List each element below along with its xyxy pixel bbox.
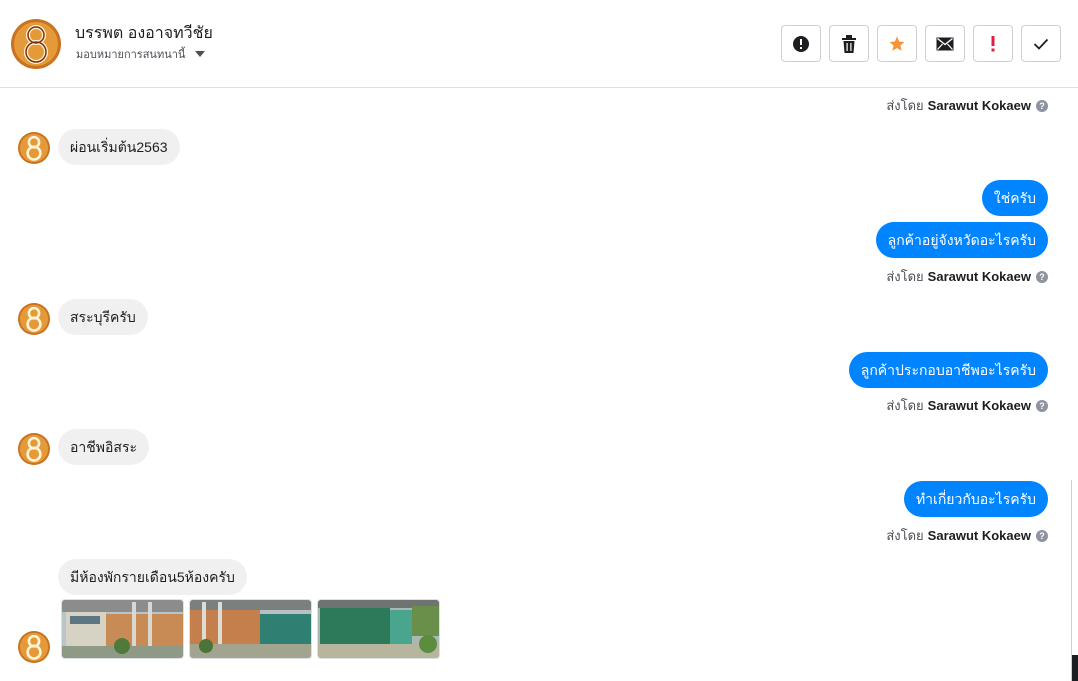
mark-done-button[interactable]: [1021, 25, 1061, 62]
help-icon[interactable]: ?: [1036, 99, 1048, 112]
alert-circle-icon: [793, 35, 809, 52]
contact-avatar-small: [18, 132, 50, 164]
star-icon: [889, 36, 905, 51]
help-icon[interactable]: ?: [1036, 399, 1048, 412]
conversation-toolbar: [781, 25, 1061, 62]
assign-label: มอบหมายการสนทนานี้: [76, 49, 186, 61]
mark-spam-button[interactable]: [781, 25, 821, 62]
follow-up-button[interactable]: [973, 25, 1013, 62]
house-photo-3: [318, 600, 439, 658]
contact-avatar[interactable]: [11, 19, 61, 69]
sent-by-agent[interactable]: Sarawut Kokaew: [928, 269, 1031, 284]
contact-avatar-small: [18, 303, 50, 335]
outgoing-message[interactable]: ลูกค้าประกอบอาชีพอะไรครับ: [848, 352, 1048, 388]
incoming-message[interactable]: มีห้องพักรายเดือน5ห้องครับ: [58, 559, 247, 595]
sent-by-prefix: ส่งโดย: [886, 398, 924, 413]
trash-icon: [842, 34, 856, 53]
sent-by-agent[interactable]: Sarawut Kokaew: [928, 528, 1031, 543]
contact-avatar-small: [18, 631, 50, 663]
exclamation-icon: [991, 35, 995, 51]
photo-attachment[interactable]: [61, 599, 184, 659]
house-photo-2: [190, 600, 311, 658]
sent-by-label: ส่งโดย Sarawut Kokaew ?: [886, 525, 1048, 546]
side-panel-edge: [1071, 480, 1078, 681]
sent-by-agent[interactable]: Sarawut Kokaew: [928, 398, 1031, 413]
sent-by-prefix: ส่งโดย: [886, 269, 924, 284]
check-icon: [1033, 38, 1049, 50]
sent-by-label: ส่งโดย Sarawut Kokaew ?: [886, 395, 1048, 416]
sent-by-label: ส่งโดย Sarawut Kokaew ?: [886, 266, 1048, 287]
star-button[interactable]: [877, 25, 917, 62]
incoming-message[interactable]: ผ่อนเริ่มต้น2563: [58, 129, 180, 165]
photo-attachment[interactable]: [317, 599, 440, 659]
sent-by-label: ส่งโดย Sarawut Kokaew ?: [886, 95, 1048, 116]
delete-button[interactable]: [829, 25, 869, 62]
sent-by-prefix: ส่งโดย: [886, 528, 924, 543]
help-icon[interactable]: ?: [1036, 529, 1048, 542]
photo-attachment[interactable]: [189, 599, 312, 659]
conversation-header: บรรพต องอาจทวีชัย มอบหมายการสนทนานี้: [0, 0, 1078, 88]
mark-unread-button[interactable]: [925, 25, 965, 62]
contact-name[interactable]: บรรพต องอาจทวีชัย: [75, 21, 213, 46]
house-photo-1: [62, 600, 183, 658]
chevron-down-icon: [195, 51, 206, 57]
sent-by-agent[interactable]: Sarawut Kokaew: [928, 98, 1031, 113]
incoming-message[interactable]: สระบุรีครับ: [58, 299, 148, 335]
envelope-icon: [936, 37, 954, 50]
incoming-message[interactable]: อาชีพอิสระ: [58, 429, 149, 465]
assign-conversation-dropdown[interactable]: มอบหมายการสนทนานี้: [76, 45, 206, 63]
side-panel-edge-dark: [1072, 655, 1078, 681]
outgoing-message[interactable]: ทำเกี่ยวกับอะไรครับ: [903, 481, 1048, 517]
contact-avatar-small: [18, 433, 50, 465]
outgoing-message[interactable]: ใช่ครับ: [981, 180, 1048, 216]
sent-by-prefix: ส่งโดย: [886, 98, 924, 113]
help-icon[interactable]: ?: [1036, 270, 1048, 283]
message-thread[interactable]: ส่งโดย Sarawut Kokaew ? ผ่อนเริ่มต้น2563…: [0, 89, 1078, 681]
outgoing-message[interactable]: ลูกค้าอยู่จังหวัดอะไรครับ: [875, 222, 1048, 258]
